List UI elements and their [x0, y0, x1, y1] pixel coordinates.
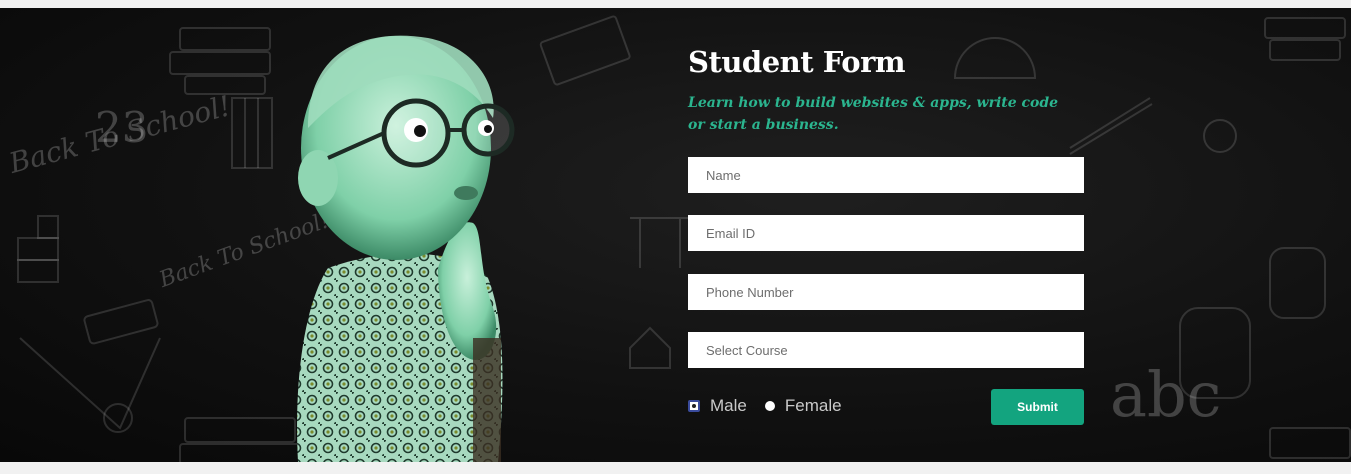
gender-label-male: Male — [710, 396, 747, 415]
chalk-text-abc: abc — [1110, 358, 1222, 431]
radio-button-male[interactable] — [688, 400, 700, 412]
radio-button-female[interactable] — [764, 401, 775, 411]
gender-label-female: Female — [784, 396, 842, 415]
name-input[interactable] — [688, 157, 1084, 193]
student-photo — [297, 35, 515, 462]
form-title: Student Form — [688, 45, 906, 79]
student-form: Student Form Learn how to build websites… — [688, 42, 1084, 425]
gender-option-female[interactable]: Female — [764, 396, 842, 416]
chalk-text-23: 23 — [95, 103, 149, 152]
gender-option-male[interactable]: Male — [688, 396, 747, 416]
submit-button[interactable]: Submit — [991, 389, 1084, 425]
course-select[interactable] — [688, 332, 1084, 368]
hero-banner: Back To School! 23 Back To School! abc S… — [0, 8, 1351, 462]
form-subtitle: Learn how to build websites & apps, writ… — [688, 95, 1059, 133]
gender-radio-group: Male Female — [688, 388, 860, 424]
email-input[interactable] — [688, 215, 1084, 251]
phone-input[interactable] — [688, 274, 1084, 310]
